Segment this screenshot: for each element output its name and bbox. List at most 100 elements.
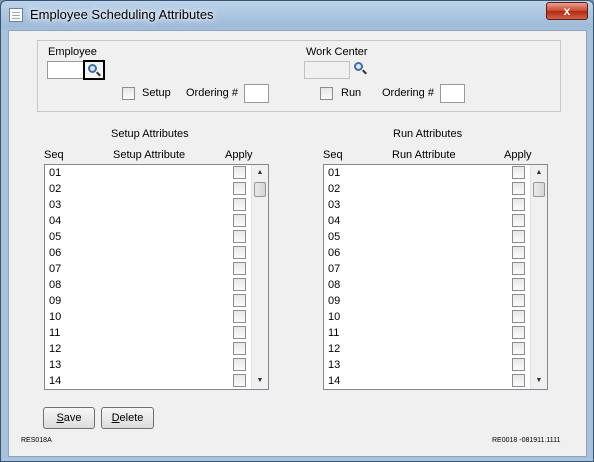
magnifier-icon [88, 64, 97, 73]
run-checkbox[interactable] [320, 87, 333, 100]
setup-checkbox[interactable] [122, 87, 135, 100]
list-row[interactable]: 14 [45, 373, 268, 389]
apply-checkbox[interactable] [512, 262, 525, 275]
seq-number: 11 [328, 327, 340, 339]
list-row[interactable]: 14 [324, 373, 547, 389]
apply-checkbox[interactable] [233, 246, 246, 259]
seq-number: 07 [49, 263, 62, 275]
scroll-thumb[interactable] [254, 182, 266, 197]
scroll-down-arrow-icon[interactable]: ▼ [252, 373, 268, 389]
apply-checkbox[interactable] [512, 182, 525, 195]
run-label: Run [341, 87, 362, 99]
list-row[interactable]: 01 [324, 165, 547, 181]
save-hotkey: S [56, 412, 64, 424]
list-row[interactable]: 03 [324, 197, 547, 213]
apply-checkbox[interactable] [233, 214, 246, 227]
apply-checkbox[interactable] [512, 278, 525, 291]
list-row[interactable]: 10 [324, 309, 547, 325]
employee-label: Employee [48, 46, 97, 58]
list-row[interactable]: 02 [45, 181, 268, 197]
scroll-up-arrow-icon[interactable]: ▲ [531, 165, 547, 181]
scroll-thumb[interactable] [533, 182, 545, 197]
seq-number: 10 [49, 311, 62, 323]
run-seq-header: Seq [323, 149, 343, 161]
list-row[interactable]: 04 [45, 213, 268, 229]
setup-ordering-field[interactable] [244, 84, 269, 103]
setup-attributes-list[interactable]: 01 02 03 04 05 06 07 08 09 10 11 12 13 14 ▲ ▼ [44, 164, 269, 390]
apply-checkbox[interactable] [512, 246, 525, 259]
apply-checkbox[interactable] [512, 358, 525, 371]
seq-number: 09 [328, 295, 341, 307]
scroll-up-arrow-icon[interactable]: ▲ [252, 165, 268, 181]
list-row[interactable]: 13 [45, 357, 268, 373]
scroll-down-arrow-icon[interactable]: ▼ [531, 373, 547, 389]
setup-attribute-header: Setup Attribute [113, 149, 186, 161]
list-row[interactable]: 08 [324, 277, 547, 293]
apply-checkbox[interactable] [512, 374, 525, 387]
delete-label: elete [119, 412, 144, 424]
list-row[interactable]: 04 [324, 213, 547, 229]
employee-field[interactable] [47, 61, 84, 79]
list-row[interactable]: 01 [45, 165, 268, 181]
apply-checkbox[interactable] [233, 262, 246, 275]
run-ordering-label: Ordering # [382, 87, 434, 99]
list-row[interactable]: 07 [324, 261, 547, 277]
seq-number: 07 [328, 263, 341, 275]
employee-lookup-button[interactable] [83, 60, 105, 80]
main-window: Employee Scheduling Attributes x Employe… [0, 0, 594, 462]
run-ordering-field[interactable] [440, 84, 465, 103]
list-row[interactable]: 09 [324, 293, 547, 309]
setup-apply-header: Apply [225, 149, 253, 161]
dialog-client-area: Employee Work Center Setup Ordering # Ru… [8, 30, 587, 457]
apply-checkbox[interactable] [512, 214, 525, 227]
run-attributes-list[interactable]: 01 02 03 04 05 06 07 08 09 10 11 12 13 14 ▲ ▼ [323, 164, 548, 390]
close-button[interactable]: x [546, 2, 588, 20]
apply-checkbox[interactable] [233, 342, 246, 355]
apply-checkbox[interactable] [512, 230, 525, 243]
apply-checkbox[interactable] [512, 310, 525, 323]
list-row[interactable]: 06 [45, 245, 268, 261]
apply-checkbox[interactable] [233, 182, 246, 195]
run-list-scrollbar[interactable]: ▲ ▼ [530, 165, 547, 389]
apply-checkbox[interactable] [512, 294, 525, 307]
apply-checkbox[interactable] [233, 358, 246, 371]
list-row[interactable]: 11 [324, 325, 547, 341]
apply-checkbox[interactable] [233, 198, 246, 211]
list-row[interactable]: 05 [45, 229, 268, 245]
apply-checkbox[interactable] [233, 166, 246, 179]
apply-checkbox[interactable] [233, 374, 246, 387]
list-row[interactable]: 02 [324, 181, 547, 197]
list-row[interactable]: 08 [45, 277, 268, 293]
list-row[interactable]: 06 [324, 245, 547, 261]
seq-number: 03 [49, 199, 62, 211]
list-row[interactable]: 13 [324, 357, 547, 373]
list-row[interactable]: 12 [45, 341, 268, 357]
list-row[interactable]: 12 [324, 341, 547, 357]
seq-number: 04 [328, 215, 341, 227]
apply-checkbox[interactable] [233, 294, 246, 307]
apply-checkbox[interactable] [512, 198, 525, 211]
apply-checkbox[interactable] [512, 326, 525, 339]
list-row[interactable]: 07 [45, 261, 268, 277]
list-row[interactable]: 11 [45, 325, 268, 341]
seq-number: 03 [328, 199, 341, 211]
work-center-field[interactable] [304, 61, 350, 79]
list-row[interactable]: 09 [45, 293, 268, 309]
list-row[interactable]: 10 [45, 309, 268, 325]
title-bar[interactable]: Employee Scheduling Attributes x [1, 1, 593, 29]
seq-number: 02 [328, 183, 341, 195]
delete-button[interactable]: Delete [101, 407, 154, 429]
apply-checkbox[interactable] [512, 166, 525, 179]
apply-checkbox[interactable] [512, 342, 525, 355]
list-row[interactable]: 03 [45, 197, 268, 213]
setup-list-scrollbar[interactable]: ▲ ▼ [251, 165, 268, 389]
list-row[interactable]: 05 [324, 229, 547, 245]
apply-checkbox[interactable] [233, 230, 246, 243]
seq-number: 13 [328, 359, 341, 371]
apply-checkbox[interactable] [233, 278, 246, 291]
work-center-lookup-button[interactable] [351, 60, 369, 78]
run-attributes-title: Run Attributes [393, 128, 463, 140]
apply-checkbox[interactable] [233, 310, 246, 323]
save-button[interactable]: Save [43, 407, 95, 429]
apply-checkbox[interactable] [233, 326, 246, 339]
